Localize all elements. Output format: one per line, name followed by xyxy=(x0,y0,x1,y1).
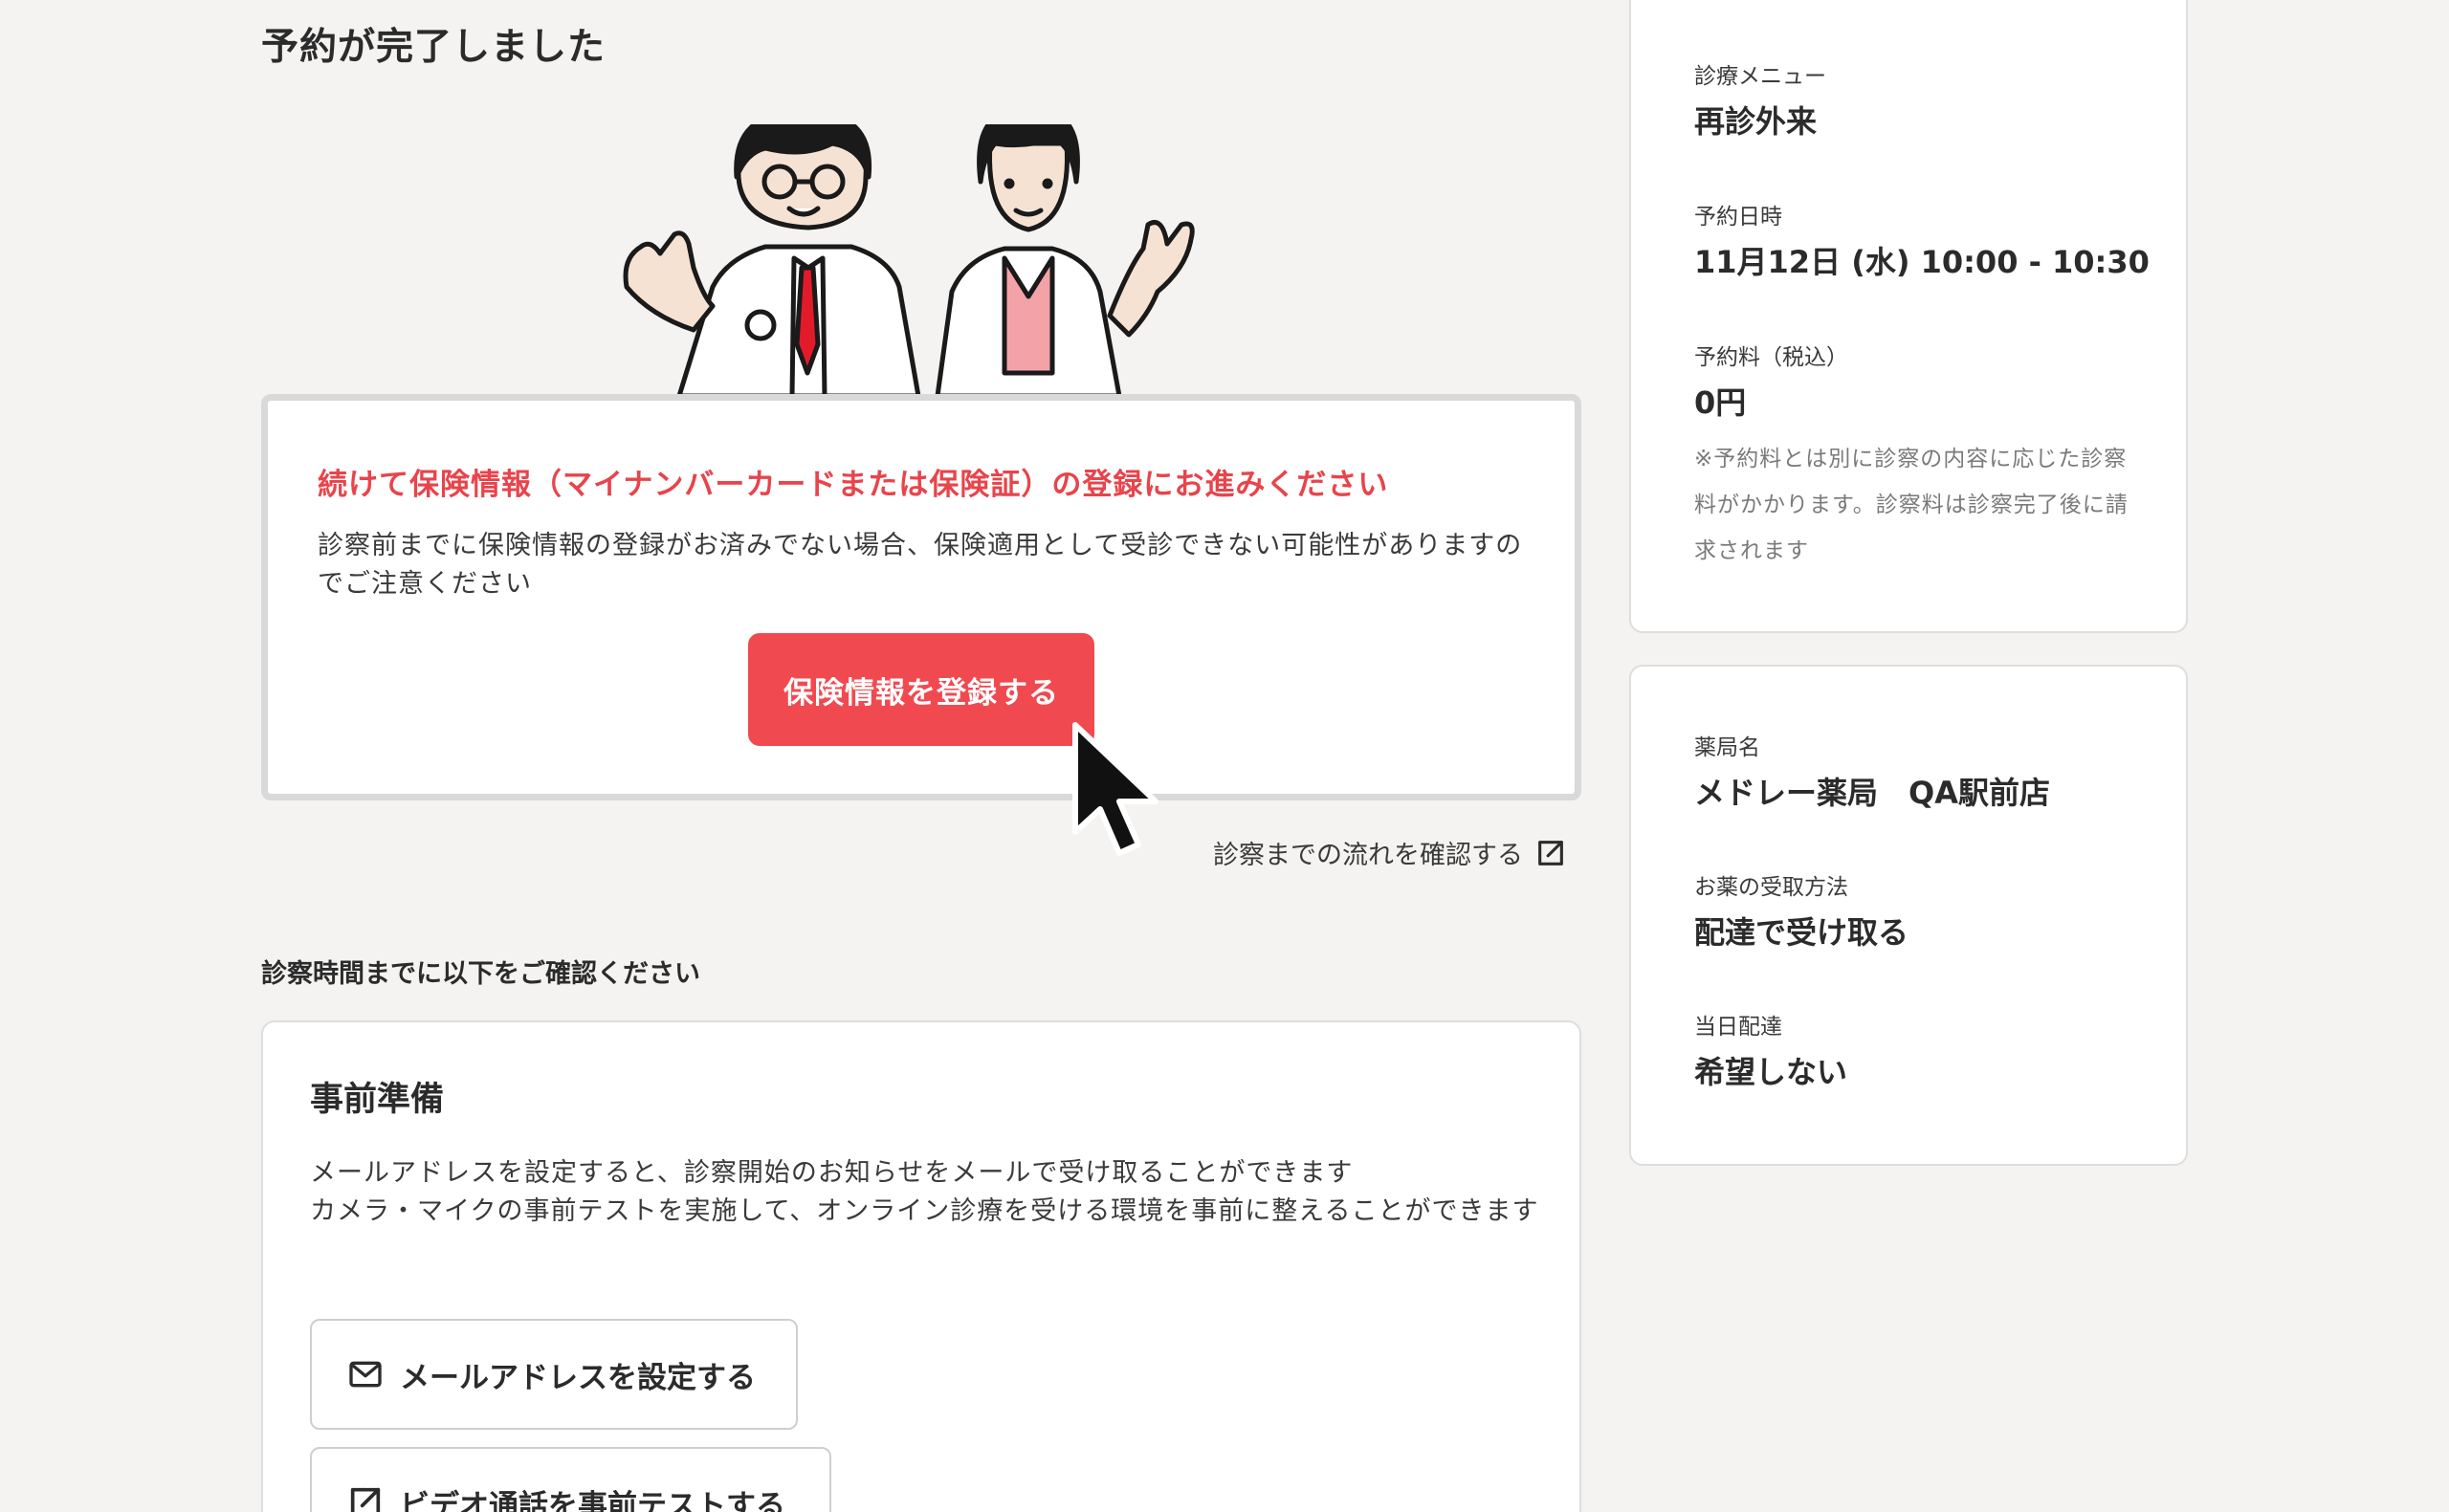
video-test-button[interactable]: ビデオ通話を事前テストする xyxy=(310,1447,831,1512)
receive-method-field: お薬の受取方法 配達で受け取る xyxy=(1694,868,1908,953)
register-insurance-button[interactable]: 保険情報を登録する xyxy=(748,633,1094,746)
preparation-line-camera: カメラ・マイクの事前テストを実施して、オンライン診療を受ける環境を事前に整えるこ… xyxy=(310,1196,1539,1226)
same-day-value: 希望しない xyxy=(1694,1054,1848,1090)
receive-method-value: 配達で受け取る xyxy=(1694,914,1909,951)
preparation-title: 事前準備 xyxy=(310,1081,445,1119)
fee-label: 予約料（税込） xyxy=(1694,345,1848,370)
flow-link-label: 診察までの流れを確認する xyxy=(1213,841,1523,870)
fee-field: 予約料（税込） 0円 xyxy=(1694,339,1848,423)
insurance-description: 診察前までに保険情報の登録がお済みでない場合、保険適用として受診できない可能性が… xyxy=(318,531,1523,599)
page-title: 予約が完了しました xyxy=(261,26,607,69)
insurance-card: 続けて保険情報（マイナンバーカードまたは保険証）の登録にお進みください 診察前ま… xyxy=(261,394,1581,800)
insurance-heading: 続けて保険情報（マイナンバーカードまたは保険証）の登録にお進みください xyxy=(318,468,1389,502)
set-email-label: メールアドレスを設定する xyxy=(400,1360,756,1395)
datetime-label: 予約日時 xyxy=(1694,205,1782,230)
mail-icon xyxy=(349,1361,382,1388)
video-test-label: ビデオ通話を事前テストする xyxy=(400,1488,785,1512)
datetime-field: 予約日時 11月12日 (水) 10:00 - 10:30 xyxy=(1694,198,2150,282)
external-link-icon xyxy=(350,1487,381,1512)
datetime-value: 11月12日 (水) 10:00 - 10:30 xyxy=(1694,244,2150,280)
same-day-label: 当日配達 xyxy=(1694,1015,1782,1040)
pharmacy-name-label: 薬局名 xyxy=(1694,735,1760,760)
preparation-description: メールアドレスを設定すると、診察開始のお知らせをメールで受け取ることができます … xyxy=(310,1154,1544,1231)
fee-value: 0円 xyxy=(1694,384,1747,421)
set-email-button[interactable]: メールアドレスを設定する xyxy=(310,1319,798,1430)
reservation-summary-card: 診療メニュー 再診外来 予約日時 11月12日 (水) 10:00 - 10:3… xyxy=(1629,0,2188,633)
preparation-line-email: メールアドレスを設定すると、診察開始のお知らせをメールで受け取ることができます xyxy=(310,1158,1354,1188)
section-label: 診察時間までに以下をご確認ください xyxy=(261,959,700,989)
menu-value: 再診外来 xyxy=(1694,103,1818,140)
doctors-illustration xyxy=(623,124,1195,396)
same-day-field: 当日配達 希望しない xyxy=(1694,1008,1847,1092)
mouse-cursor-icon xyxy=(1072,722,1158,856)
pharmacy-card: 薬局名 メドレー薬局 QA駅前店 お薬の受取方法 配達で受け取る 当日配達 希望… xyxy=(1629,665,2188,1166)
flow-link[interactable]: 診察までの流れを確認する xyxy=(1213,834,1567,871)
menu-label: 診療メニュー xyxy=(1694,64,1826,89)
fee-note: ※予約料とは別に診察の内容に応じた診察料がかかります。診察料は診察完了後に請求さ… xyxy=(1694,447,2129,563)
pharmacy-name-field: 薬局名 メドレー薬局 QA駅前店 xyxy=(1694,729,2050,813)
pharmacy-name-value: メドレー薬局 QA駅前店 xyxy=(1694,775,2050,811)
menu-field: 診療メニュー 再診外来 xyxy=(1694,57,1826,142)
external-link-icon xyxy=(1538,840,1563,866)
receive-method-label: お薬の受取方法 xyxy=(1694,875,1848,900)
preparation-card: 事前準備 メールアドレスを設定すると、診察開始のお知らせをメールで受け取ることが… xyxy=(261,1020,1581,1512)
